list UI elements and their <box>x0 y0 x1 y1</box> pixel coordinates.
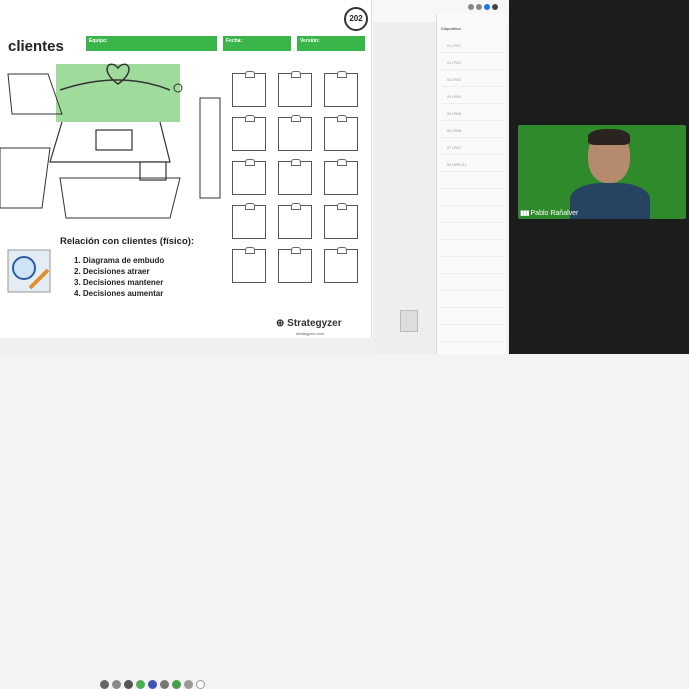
panel-item[interactable]: 06 LPI06 <box>441 125 503 138</box>
slide-canvas[interactable]: Equipo: Fecha: Versión: clientes 202 Rel… <box>0 0 372 338</box>
date-header: Fecha: <box>223 36 291 51</box>
sticky-note <box>324 71 358 107</box>
panel-item[interactable] <box>441 176 503 189</box>
slide-title: clientes <box>8 38 64 55</box>
relation-item: 2. Decisiones atraer <box>74 267 150 276</box>
reaction-icon[interactable] <box>124 680 133 689</box>
settings-icon[interactable] <box>476 4 482 10</box>
sticky-note <box>324 115 358 151</box>
zoom-icon[interactable] <box>468 4 474 10</box>
panel-item[interactable] <box>441 210 503 223</box>
more-reactions-icon[interactable] <box>196 680 205 689</box>
slides-panel: Diapositiva 01 LPI01 02 LPI02 03 LPI03 0… <box>436 14 506 354</box>
panel-item-label: 03 LPI03 <box>447 78 462 82</box>
panel-item[interactable] <box>441 295 503 308</box>
panel-item[interactable]: 07 LPI07 <box>441 142 503 155</box>
sticky-note <box>278 115 312 151</box>
panel-item[interactable] <box>441 329 503 342</box>
sticky-note <box>232 247 266 283</box>
panel-item[interactable] <box>441 227 503 240</box>
sticky-note <box>278 203 312 239</box>
profile-icon[interactable] <box>492 4 498 10</box>
sticky-note <box>232 115 266 151</box>
panel-item[interactable]: 01 LPI01 <box>441 40 503 53</box>
participant-name: ▮▮▮ Pablo Rañalver <box>520 209 578 217</box>
panel-item-label: 07 LPI07 <box>447 146 462 150</box>
relation-item: 1. Diagrama de embudo <box>74 256 165 265</box>
sticky-note <box>232 203 266 239</box>
panel-item-label: 01 LPI01 <box>447 44 462 48</box>
sticky-note <box>324 203 358 239</box>
sticky-note <box>232 159 266 195</box>
sticky-note <box>278 247 312 283</box>
panel-item[interactable] <box>441 278 503 291</box>
panel-item[interactable]: 02 LPI02 <box>441 57 503 70</box>
logo-subtitle: strategyzer.com <box>296 331 325 336</box>
participant-name-text: Pablo Rañalver <box>530 210 579 217</box>
relation-title: Relación con clientes (físico): <box>60 236 195 247</box>
panel-item[interactable] <box>441 193 503 206</box>
panel-item[interactable] <box>441 312 503 325</box>
reaction-icon[interactable] <box>160 680 169 689</box>
reaction-icon[interactable] <box>100 680 109 689</box>
slide-number-badge: 202 <box>344 7 368 31</box>
team-header: Equipo: <box>86 36 217 51</box>
signal-icon: ▮▮▮ <box>520 210 530 217</box>
reaction-icon[interactable] <box>172 680 181 689</box>
panel-item[interactable]: 08 LMP4 8.1 <box>441 159 503 172</box>
reaction-icon[interactable] <box>184 680 193 689</box>
sticky-note <box>324 159 358 195</box>
person-body <box>570 183 650 219</box>
magnifier-pencil-icon <box>7 249 51 293</box>
person-hair <box>588 129 630 145</box>
panel-item-label: 06 LPI06 <box>447 129 462 133</box>
team-label: Equipo: <box>89 38 108 44</box>
sticky-note <box>232 71 266 107</box>
sticky-note <box>324 247 358 283</box>
relation-item: 3. Decisiones mantener <box>74 278 164 287</box>
participant-video[interactable]: ▮▮▮ Pablo Rañalver <box>518 125 686 219</box>
panel-title: Diapositiva <box>441 26 461 31</box>
slide-thumbnail[interactable] <box>400 310 418 332</box>
panel-item-label: 08 LMP4 8.1 <box>447 163 467 167</box>
panel-item-label: 04 LPI04 <box>447 95 462 99</box>
relation-item: 4. Decisiones aumentar <box>74 289 164 298</box>
panel-item[interactable] <box>441 261 503 274</box>
panel-item[interactable] <box>441 244 503 257</box>
panel-item-label: 02 LPI02 <box>447 61 462 65</box>
share-icon[interactable] <box>484 4 490 10</box>
version-header: Versión: <box>297 36 365 51</box>
reaction-icon[interactable] <box>112 680 121 689</box>
logo-text: Strategyzer <box>287 318 342 329</box>
strategyzer-logo: ⊕ Strategyzer <box>276 318 342 329</box>
date-label: Fecha: <box>226 38 243 44</box>
slide-thumbnails <box>374 22 436 354</box>
reaction-icon[interactable] <box>136 680 145 689</box>
version-label: Versión: <box>300 38 320 44</box>
sticky-note <box>278 159 312 195</box>
sticky-note <box>278 71 312 107</box>
panel-item-label: 05 LPI05 <box>447 112 462 116</box>
panel-item[interactable]: 04 LPI04 <box>441 91 503 104</box>
reaction-icon[interactable] <box>148 680 157 689</box>
customer-relationship-illustration <box>0 63 221 219</box>
panel-item[interactable]: 03 LPI03 <box>441 74 503 87</box>
panel-item[interactable]: 05 LPI05 <box>441 108 503 121</box>
